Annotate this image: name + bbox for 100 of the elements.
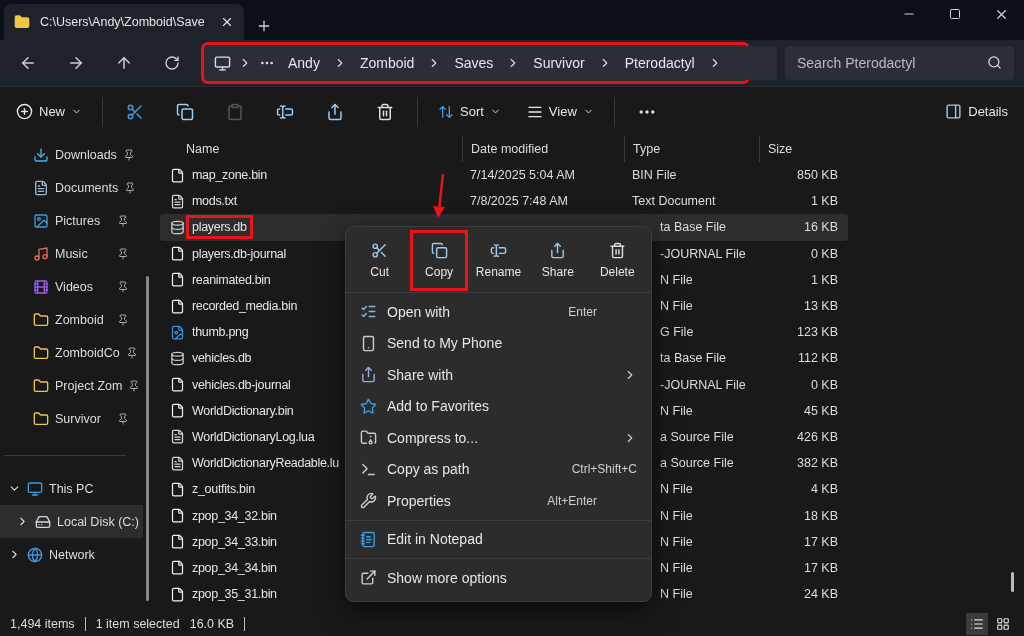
- plus-icon[interactable]: [256, 18, 272, 34]
- file-name[interactable]: zpop_34_33.bin: [186, 529, 283, 554]
- sort-icon: [438, 103, 454, 120]
- column-header[interactable]: Type: [624, 136, 759, 162]
- file-name[interactable]: WorldDictionaryReadable.lu: [186, 451, 345, 476]
- details-button[interactable]: Details: [939, 95, 1014, 128]
- menu-item[interactable]: Edit in Notepad: [346, 523, 651, 555]
- file-type: N File: [660, 299, 693, 314]
- view-button[interactable]: View: [520, 95, 600, 128]
- browser-tab[interactable]: C:\Users\Andy\Zomboid\Save: [4, 4, 244, 40]
- menu-item[interactable]: Compress to...: [346, 422, 651, 454]
- file-name[interactable]: recorded_media.bin: [186, 294, 304, 319]
- copy-action[interactable]: Copy: [413, 233, 466, 288]
- file-name[interactable]: zpop_34_34.bin: [186, 555, 283, 580]
- file-size: 382 KB: [797, 456, 839, 471]
- sort-button[interactable]: Sort: [432, 95, 507, 128]
- file-type: N File: [660, 482, 693, 497]
- sidebar-item[interactable]: Project Zom: [0, 369, 143, 402]
- database-icon: [170, 219, 185, 235]
- breadcrumb-item[interactable]: Survivor: [527, 55, 591, 71]
- item-count: 1,494 items: [10, 617, 75, 631]
- sidebar-item[interactable]: Music: [0, 237, 143, 270]
- file-size: 45 KB: [803, 403, 839, 418]
- close-icon[interactable]: [220, 15, 234, 29]
- file-name[interactable]: WorldDictionary.bin: [186, 398, 300, 423]
- file-type: N File: [660, 272, 693, 287]
- file-name[interactable]: thumb.png: [186, 320, 255, 345]
- file-icon: [170, 560, 185, 576]
- back-icon[interactable]: [19, 54, 37, 72]
- share-icon: [360, 366, 377, 384]
- file-name[interactable]: players.db: [186, 215, 253, 240]
- file-icon: [170, 534, 185, 550]
- file-name[interactable]: vehicles.db-journal: [186, 372, 297, 397]
- file-icon: [170, 508, 185, 524]
- file-name[interactable]: map_zone.bin: [186, 163, 273, 188]
- file-type: N File: [660, 560, 693, 575]
- delete-icon[interactable]: [376, 102, 394, 121]
- file-name[interactable]: zpop_35_31.bin: [186, 582, 283, 607]
- file-name[interactable]: WorldDictionaryLog.lua: [186, 424, 321, 449]
- sidebar-item[interactable]: Zomboid: [0, 303, 143, 336]
- file-name[interactable]: mods.txt: [186, 189, 243, 214]
- sidebar-item[interactable]: Downloads: [0, 138, 143, 171]
- list-icon: [970, 617, 984, 631]
- selection-size: 16.0 KB: [189, 617, 235, 631]
- details-view-button[interactable]: [966, 613, 988, 635]
- sidebar-item[interactable]: Pictures: [0, 204, 143, 237]
- share-icon[interactable]: [326, 102, 344, 121]
- sidebar-item[interactable]: Network: [0, 538, 143, 571]
- trash-icon: [608, 242, 626, 259]
- column-header[interactable]: Size: [759, 136, 848, 162]
- sidebar-item[interactable]: Documents: [0, 171, 143, 204]
- expand-icon: [360, 569, 377, 587]
- file-size: 1 KB: [810, 194, 839, 209]
- menu-item[interactable]: Properties Alt+Enter: [346, 485, 651, 517]
- folder-icon: [33, 377, 49, 394]
- menu-item[interactable]: Open with Enter: [346, 296, 651, 328]
- file-name[interactable]: vehicles.db: [186, 346, 258, 371]
- rename-action[interactable]: Rename: [472, 233, 525, 288]
- up-icon[interactable]: [115, 54, 133, 72]
- breadcrumb-item[interactable]: Andy: [282, 55, 326, 71]
- breadcrumb-item[interactable]: Pterodactyl: [618, 55, 701, 71]
- globe-icon: [27, 546, 43, 563]
- file-name[interactable]: z_outfits.bin: [186, 477, 261, 502]
- file-icon: [170, 167, 185, 183]
- delete-action[interactable]: Delete: [591, 233, 644, 288]
- download-icon: [33, 146, 49, 163]
- sidebar-item[interactable]: Videos: [0, 270, 143, 303]
- rename-icon[interactable]: [276, 102, 294, 121]
- sidebar-item[interactable]: Local Disk (C:): [0, 505, 143, 538]
- sidebar-item[interactable]: ZomboidCo: [0, 336, 143, 369]
- file-name[interactable]: players.db-journal: [186, 241, 292, 266]
- menu-item[interactable]: Add to Favorites: [346, 390, 651, 422]
- file-size: 850 KB: [797, 168, 839, 183]
- breadcrumb-item[interactable]: Zomboid: [353, 55, 421, 71]
- column-header[interactable]: Date modified: [462, 136, 624, 162]
- cut-icon[interactable]: [126, 102, 144, 121]
- sidebar-item[interactable]: Survivor: [0, 402, 143, 435]
- file-name[interactable]: zpop_34_32.bin: [186, 503, 283, 528]
- sidebar-item[interactable]: This PC: [0, 472, 143, 505]
- menu-item[interactable]: Show more options: [346, 562, 651, 594]
- copy-icon[interactable]: [176, 102, 194, 121]
- refresh-icon[interactable]: [164, 55, 180, 71]
- search-field[interactable]: Search Pterodactyl: [785, 46, 1014, 80]
- file-type: N File: [660, 587, 693, 602]
- forward-icon[interactable]: [67, 54, 85, 72]
- maximize-icon[interactable]: [949, 8, 961, 20]
- menu-item[interactable]: Share with: [346, 359, 651, 391]
- column-header[interactable]: Name: [160, 136, 462, 162]
- file-size: 0 KB: [810, 377, 839, 392]
- menu-item[interactable]: Copy as path Ctrl+Shift+C: [346, 453, 651, 485]
- menu-item[interactable]: Send to My Phone: [346, 327, 651, 359]
- panel-icon: [945, 103, 963, 120]
- cut-action[interactable]: Cut: [353, 233, 406, 288]
- share-action[interactable]: Share: [531, 233, 584, 288]
- breadcrumb-bar[interactable]: Andy Zomboid Saves Survivor Pterodactyl: [204, 45, 748, 81]
- file-icon: [170, 377, 185, 393]
- new-button[interactable]: New: [10, 95, 88, 128]
- breadcrumb-item[interactable]: Saves: [448, 55, 500, 71]
- file-name[interactable]: reanimated.bin: [186, 267, 277, 292]
- video-icon: [33, 278, 49, 295]
